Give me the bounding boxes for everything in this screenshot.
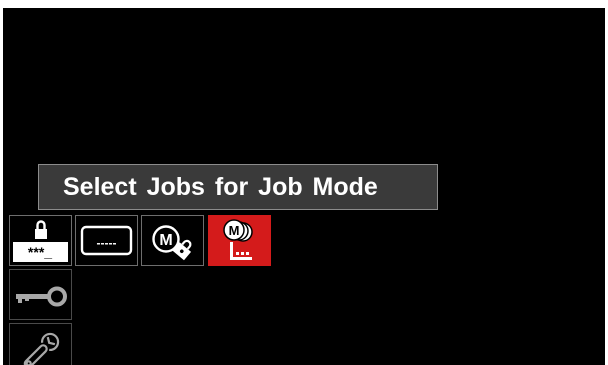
password-lock-button[interactable]: ***_ [9, 215, 72, 266]
memory-lock-icon: M [152, 225, 192, 261]
tooltip-text: Select Jobs for Job Mode [63, 172, 378, 201]
wrench-button[interactable] [9, 323, 72, 365]
key-button[interactable] [9, 269, 72, 320]
memory-lock-button[interactable]: M [141, 215, 204, 266]
display-screen: Select Jobs for Job Mode ***_ ----- M M [3, 8, 605, 365]
password-mask-text: ***_ [28, 244, 52, 260]
lock-password-icon: ***_ [13, 220, 68, 262]
key-icon [16, 286, 67, 307]
tooltip-panel: Select Jobs for Job Mode [38, 164, 438, 210]
job-letter-text: M [229, 223, 240, 238]
job-mode-icon: M [223, 219, 253, 260]
display-dashes-text: ----- [97, 236, 117, 250]
memory-letter-text: M [159, 232, 172, 249]
display-button[interactable]: ----- [75, 215, 138, 266]
wrench-icon [23, 332, 60, 365]
display-icon: ----- [80, 225, 133, 256]
job-mode-button[interactable]: M [208, 215, 271, 266]
